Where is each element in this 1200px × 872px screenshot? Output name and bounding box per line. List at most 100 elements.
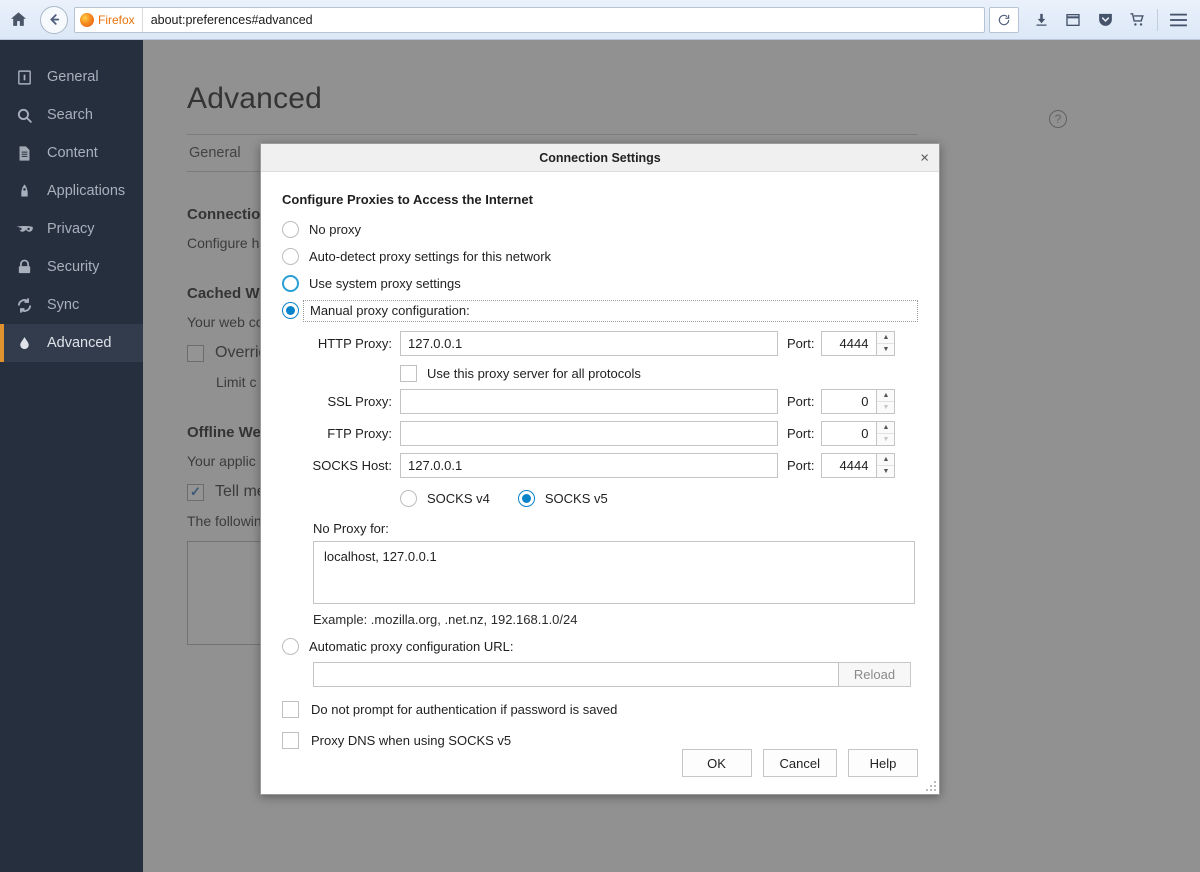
radio-pac-url-label: Automatic proxy configuration URL: <box>309 639 513 654</box>
back-button[interactable] <box>40 6 68 34</box>
sidebar-item-search[interactable]: Search <box>0 96 143 134</box>
socks-version-group: SOCKS v4 SOCKS v5 <box>400 490 918 507</box>
sidebar-item-label: Applications <box>47 183 125 199</box>
dialog-button-row: OK Cancel Help <box>682 749 918 777</box>
use-all-protocols-label: Use this proxy server for all protocols <box>427 366 641 381</box>
identity-label: Firefox <box>98 13 135 27</box>
ftp-port-input[interactable]: 0 <box>821 421 877 446</box>
http-proxy-input[interactable]: 127.0.0.1 <box>400 331 778 356</box>
http-proxy-label: HTTP Proxy: <box>282 336 400 351</box>
sidebar-item-general[interactable]: General <box>0 58 143 96</box>
cancel-button[interactable]: Cancel <box>763 749 837 777</box>
radio-system-proxy-control[interactable] <box>282 275 299 292</box>
no-proxy-textarea[interactable]: localhost, 127.0.0.1 <box>313 541 915 604</box>
socks-port-label: Port: <box>778 458 821 473</box>
radio-socks-v4-label: SOCKS v4 <box>427 491 490 506</box>
privacy-mask-icon <box>14 219 35 240</box>
socks-host-label: SOCKS Host: <box>282 458 400 473</box>
url-bar[interactable]: Firefox about:preferences#advanced <box>74 7 985 33</box>
sidebar-item-content[interactable]: Content <box>0 134 143 172</box>
radio-pac-url[interactable]: Automatic proxy configuration URL: <box>282 638 918 655</box>
spinner-down-icon[interactable]: ▼ <box>877 466 894 477</box>
radio-manual-proxy[interactable]: Manual proxy configuration: <box>282 297 918 324</box>
ssl-proxy-input[interactable] <box>400 389 778 414</box>
firefox-logo-icon <box>80 13 94 27</box>
no-auth-prompt-checkbox[interactable] <box>282 701 299 718</box>
sidebar-item-applications[interactable]: Applications <box>0 172 143 210</box>
spinner-up-icon[interactable]: ▲ <box>877 422 894 434</box>
socks-host-input[interactable]: 127.0.0.1 <box>400 453 778 478</box>
ftp-proxy-input[interactable] <box>400 421 778 446</box>
radio-auto-detect-control[interactable] <box>282 248 299 265</box>
socks-port-input[interactable]: 4444 <box>821 453 877 478</box>
ssl-proxy-label: SSL Proxy: <box>282 394 400 409</box>
spinner-down-icon: ▼ <box>877 434 894 445</box>
radio-system-proxy[interactable]: Use system proxy settings <box>282 270 918 297</box>
downloads-icon[interactable] <box>1025 5 1057 35</box>
radio-pac-url-control[interactable] <box>282 638 299 655</box>
spinner-down-icon[interactable]: ▼ <box>877 344 894 355</box>
general-icon <box>14 67 35 88</box>
sidebar-item-sync[interactable]: Sync <box>0 286 143 324</box>
radio-socks-v4-control[interactable] <box>400 490 417 507</box>
pac-url-input[interactable] <box>313 662 839 687</box>
use-all-protocols-checkbox[interactable] <box>400 365 417 382</box>
dialog-titlebar: Connection Settings × <box>261 144 939 172</box>
identity-box: Firefox <box>75 8 143 32</box>
cart-icon[interactable] <box>1121 5 1153 35</box>
ftp-port-stepper[interactable]: 0 ▲ ▼ <box>821 421 895 446</box>
menu-icon[interactable] <box>1162 5 1194 35</box>
sidebar-item-advanced[interactable]: Advanced <box>0 324 143 362</box>
spinner-up-icon[interactable]: ▲ <box>877 390 894 402</box>
spinner-up-icon[interactable]: ▲ <box>877 454 894 466</box>
radio-no-proxy-control[interactable] <box>282 221 299 238</box>
radio-manual-proxy-control[interactable] <box>282 302 299 319</box>
proxy-dns-row[interactable]: Proxy DNS when using SOCKS v5 <box>282 732 918 749</box>
sidebar-item-label: General <box>47 69 99 85</box>
pocket-icon[interactable] <box>1089 5 1121 35</box>
no-auth-prompt-row[interactable]: Do not prompt for authentication if pass… <box>282 701 918 718</box>
reload-icon[interactable] <box>989 7 1019 33</box>
connection-settings-dialog: Connection Settings × Configure Proxies … <box>260 143 940 795</box>
preferences-sidebar: General Search Content Applications <box>0 40 143 872</box>
url-text[interactable]: about:preferences#advanced <box>143 13 313 27</box>
radio-no-proxy[interactable]: No proxy <box>282 216 918 243</box>
applications-icon <box>14 181 35 202</box>
sync-icon <box>14 295 35 316</box>
sidebar-item-label: Advanced <box>47 335 112 351</box>
ftp-proxy-row: FTP Proxy: Port: 0 ▲ ▼ <box>282 421 918 446</box>
sidebar-item-security[interactable]: Security <box>0 248 143 286</box>
sidebar-item-privacy[interactable]: Privacy <box>0 210 143 248</box>
radio-auto-detect[interactable]: Auto-detect proxy settings for this netw… <box>282 243 918 270</box>
http-port-stepper[interactable]: 4444 ▲ ▼ <box>821 331 895 356</box>
sidebar-item-label: Sync <box>47 297 79 313</box>
http-port-input[interactable]: 4444 <box>821 331 877 356</box>
socks-port-spinner[interactable]: ▲ ▼ <box>877 453 895 478</box>
use-all-protocols-row[interactable]: Use this proxy server for all protocols <box>400 365 918 382</box>
sidebar-item-label: Privacy <box>47 221 95 237</box>
no-auth-prompt-label: Do not prompt for authentication if pass… <box>311 702 617 717</box>
radio-socks-v5-control[interactable] <box>518 490 535 507</box>
close-icon[interactable]: × <box>920 150 929 165</box>
socks-port-stepper[interactable]: 4444 ▲ ▼ <box>821 453 895 478</box>
ftp-proxy-label: FTP Proxy: <box>282 426 400 441</box>
ok-button[interactable]: OK <box>682 749 752 777</box>
ssl-port-spinner[interactable]: ▲ ▼ <box>877 389 895 414</box>
ssl-port-input[interactable]: 0 <box>821 389 877 414</box>
radio-auto-detect-label: Auto-detect proxy settings for this netw… <box>309 249 551 264</box>
help-button[interactable]: Help <box>848 749 918 777</box>
pac-url-row: Reload <box>313 662 918 687</box>
proxy-dns-checkbox[interactable] <box>282 732 299 749</box>
pac-reload-button[interactable]: Reload <box>839 662 911 687</box>
ftp-port-spinner[interactable]: ▲ ▼ <box>877 421 895 446</box>
resize-grip[interactable] <box>926 781 936 791</box>
library-icon[interactable] <box>1057 5 1089 35</box>
ssl-proxy-row: SSL Proxy: Port: 0 ▲ ▼ <box>282 389 918 414</box>
home-icon[interactable] <box>0 10 36 29</box>
ftp-port-label: Port: <box>778 426 821 441</box>
dialog-heading: Configure Proxies to Access the Internet <box>282 192 918 207</box>
ssl-port-stepper[interactable]: 0 ▲ ▼ <box>821 389 895 414</box>
toolbar-divider <box>1157 9 1158 31</box>
http-port-spinner[interactable]: ▲ ▼ <box>877 331 895 356</box>
spinner-up-icon[interactable]: ▲ <box>877 332 894 344</box>
